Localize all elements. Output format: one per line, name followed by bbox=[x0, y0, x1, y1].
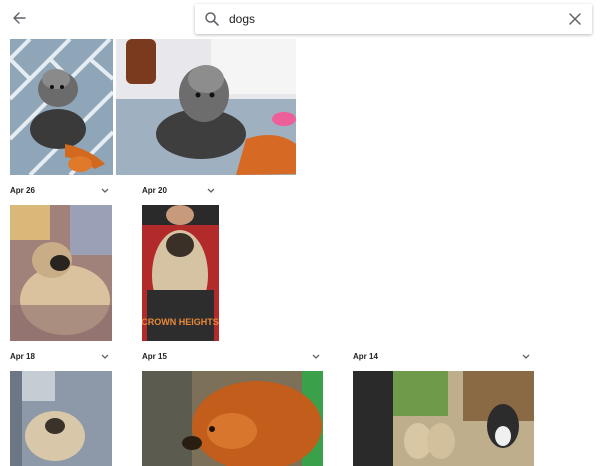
section-date: Apr 18 bbox=[10, 352, 35, 361]
chevron-down-icon[interactable] bbox=[206, 187, 216, 195]
back-button[interactable] bbox=[9, 8, 29, 28]
search-icon bbox=[205, 12, 219, 26]
arrow-left-icon bbox=[13, 12, 26, 24]
photo-thumbnail[interactable] bbox=[142, 371, 323, 466]
chevron-down-icon[interactable] bbox=[521, 353, 531, 361]
photo-thumbnail[interactable] bbox=[10, 205, 112, 341]
search-input[interactable] bbox=[229, 9, 549, 29]
photo-thumbnail[interactable] bbox=[353, 371, 534, 466]
section-date: Apr 26 bbox=[10, 186, 35, 195]
section-date: Apr 15 bbox=[142, 352, 167, 361]
chevron-down-icon[interactable] bbox=[100, 353, 110, 361]
close-icon[interactable] bbox=[568, 12, 582, 26]
photo-thumbnail[interactable] bbox=[10, 39, 113, 175]
section-date: Apr 14 bbox=[353, 352, 378, 361]
photo-thumbnail[interactable] bbox=[10, 371, 112, 466]
section-date: Apr 20 bbox=[142, 186, 167, 195]
crown-heights-overlay: CROWN HEIGHTS bbox=[142, 317, 219, 327]
chevron-down-icon[interactable] bbox=[311, 353, 321, 361]
search-bar[interactable] bbox=[195, 4, 592, 34]
top-bar bbox=[0, 0, 600, 38]
chevron-down-icon[interactable] bbox=[100, 187, 110, 195]
photo-thumbnail[interactable] bbox=[116, 39, 296, 175]
photo-thumbnail[interactable]: CROWN HEIGHTS bbox=[142, 205, 219, 341]
